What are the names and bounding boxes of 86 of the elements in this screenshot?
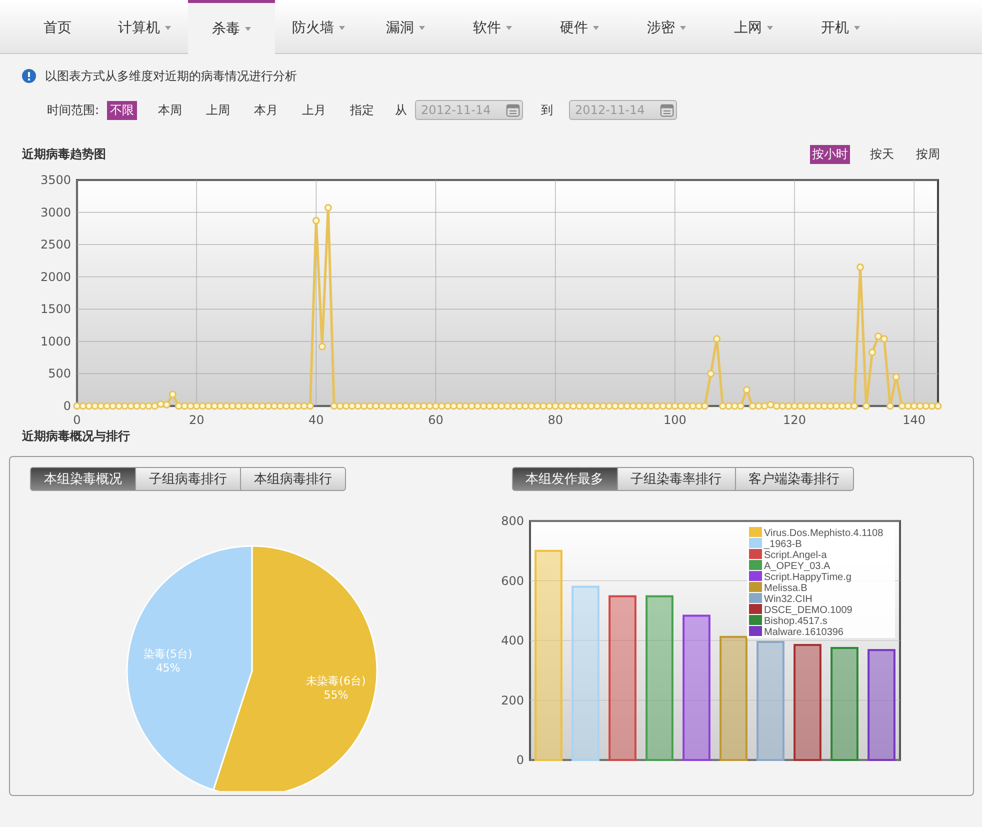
nav-tab[interactable]: 软件 [449,0,536,53]
filter-label: 时间范围: [47,102,100,118]
data-point [318,342,326,350]
data-point [742,386,750,394]
mode-option[interactable]: 按周 [914,144,942,164]
slice-label: 染毒(5台) 45% [144,648,192,675]
axis-label: 60 [428,413,444,424]
axis-label: 400 [500,634,524,648]
axis-label: 1500 [40,302,71,316]
nav-tab[interactable]: 漏洞 [362,0,449,53]
caret-icon [854,26,860,30]
caret-icon [593,26,599,30]
time-option[interactable]: 指定 [347,100,378,120]
time-option[interactable]: 上周 [203,100,234,120]
axis-label: 2500 [40,238,71,252]
caret-icon [506,26,512,30]
legend-label: Melissa.B [764,583,807,594]
axis-label: 600 [500,574,524,588]
legend-label: Bishop.4517.s [764,616,827,627]
data-point [856,263,864,271]
legend-label: Script.Angel-a [764,550,826,561]
nav-tab[interactable]: 开机 [797,0,884,53]
caret-icon [245,26,251,30]
axis-label: 3500 [40,173,71,187]
axis-label: 1000 [40,334,71,348]
axis-label: 2000 [40,270,71,284]
axis-label: 3000 [40,205,71,220]
axis-label: 500 [48,366,71,381]
chart-tab[interactable]: 本组发作最多 [512,467,618,491]
data-point [168,390,176,398]
info-text: 以图表方式从多维度对近期的病毒情况进行分析 [45,68,297,84]
caret-icon [419,26,425,30]
axis-label: 20 [188,413,204,424]
axis-label: 120 [783,413,806,424]
legend-label: Win32.CIH [764,594,812,605]
time-option[interactable]: 不限 [107,100,138,120]
axis-label: 0 [516,753,524,767]
nav-tab[interactable]: 上网 [710,0,797,53]
time-option[interactable]: 本月 [251,100,282,120]
to-label: 到 [541,102,554,118]
axis-label: 0 [73,413,81,424]
data-point [707,370,715,378]
chart-tab[interactable]: 本组病毒排行 [240,467,346,491]
caret-icon [680,26,686,30]
legend-label: Malware.1610396 [764,627,843,638]
data-point [713,335,721,343]
data-point [892,373,900,381]
section-title: 近期病毒趋势图 [22,146,106,162]
data-point [324,204,332,212]
axis-label: 100 [663,413,686,424]
data-point [862,402,870,410]
caret-icon [339,26,345,30]
data-point [312,216,320,224]
data-point [886,402,894,410]
time-option[interactable]: 本周 [155,100,186,120]
data-point [868,348,876,356]
slice-label: 未染毒(6台) 55% [306,674,366,702]
legend-label: A_OPEY_03.A [764,561,830,572]
section-title: 近期病毒概况与排行 [22,428,130,444]
time-option[interactable]: 上月 [299,100,330,120]
from-label: 从 [395,102,408,118]
info-icon [22,69,36,83]
chart-tab[interactable]: 本组染毒概况 [30,467,136,491]
legend-label: Script.HappyTime.g [764,572,851,583]
legend-label: DSCE_DEMO.1009 [764,605,852,616]
caret-icon [767,26,773,30]
axis-label: 800 [500,514,524,528]
chart-tab[interactable]: 子组染毒率排行 [616,467,736,491]
axis-label: 40 [308,413,324,424]
nav-tab[interactable]: 首页 [14,0,101,53]
chart-tab[interactable]: 子组病毒排行 [135,467,241,491]
mode-option[interactable]: 按天 [868,144,896,164]
chart-tab[interactable]: 客户端染毒排行 [734,467,854,491]
axis-label: 0 [63,399,71,413]
axis-label: 200 [500,693,524,708]
nav-tab[interactable]: 硬件 [536,0,623,53]
nav-tab[interactable]: 防火墙 [275,0,362,53]
caret-icon [165,26,171,30]
legend-label: Virus.Dos.Mephisto.4.1108 [764,528,883,539]
nav-tab[interactable]: 计算机 [101,0,188,53]
nav-tab[interactable]: 杀毒 [188,0,275,54]
axis-label: 80 [548,413,563,424]
mode-option[interactable]: 按小时 [810,144,850,164]
legend-label: _1963-B [764,539,802,550]
nav-tab[interactable]: 涉密 [623,0,710,53]
axis-label: 140 [902,413,926,424]
